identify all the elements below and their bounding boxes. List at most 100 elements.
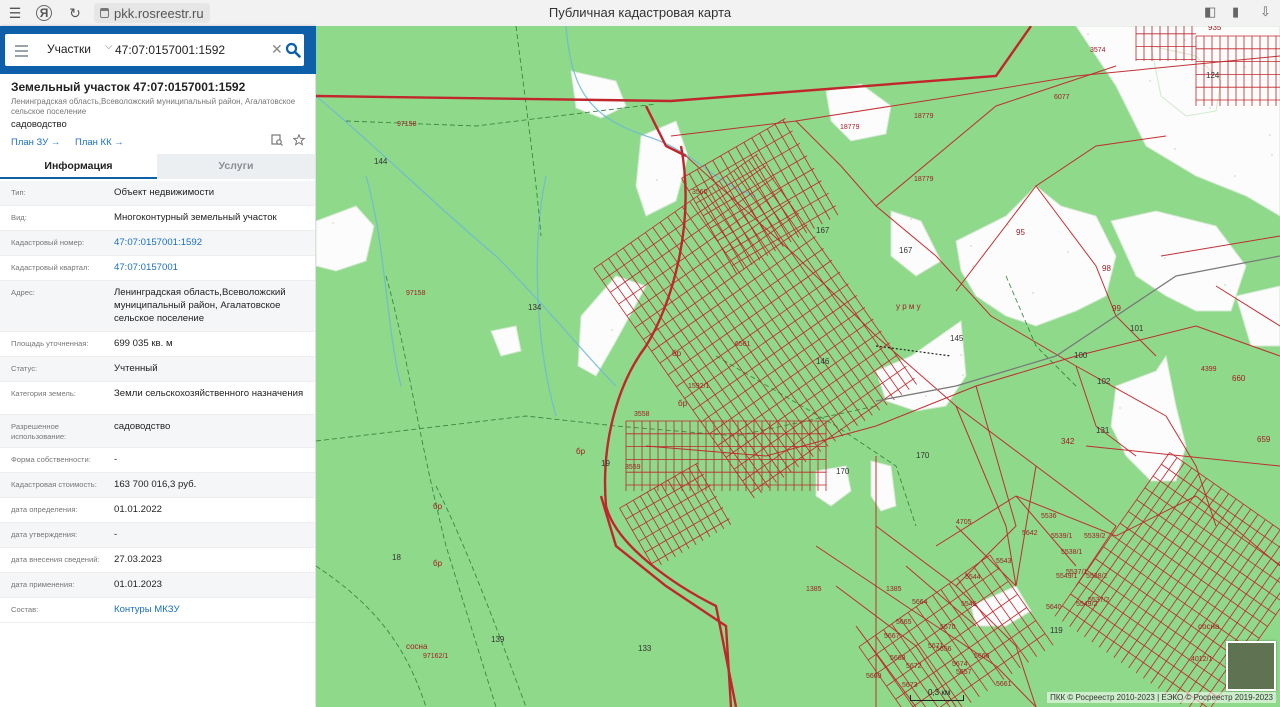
info-row-label: Кадастровый номер:: [11, 238, 85, 247]
map-label: 100: [1074, 351, 1088, 360]
texture-dot: [855, 477, 857, 479]
map-label: 99: [1112, 304, 1121, 313]
search-icon[interactable]: [285, 42, 301, 58]
object-usage: садоводство: [11, 119, 67, 130]
print-search-icon[interactable]: [271, 134, 283, 146]
grid-line: [1111, 534, 1260, 639]
open-area: [490, 325, 522, 357]
info-row-label: Вид:: [11, 213, 27, 222]
grid-line: [634, 212, 800, 328]
grid-line: [651, 236, 816, 352]
texture-dot: [661, 465, 663, 467]
texture-dot: [1114, 121, 1116, 123]
texture-dot: [706, 315, 708, 317]
bookmark-icon[interactable]: ▮: [1232, 4, 1239, 20]
map-label: 5664: [912, 599, 928, 606]
map-label: 131: [1096, 426, 1110, 435]
texture-dot: [499, 146, 501, 148]
texture-dot: [900, 327, 902, 329]
grid-line: [681, 206, 844, 437]
map-label: 1385: [806, 586, 822, 593]
texture-dot: [519, 609, 521, 611]
cadastral-map[interactable]: 3574 6077 935 124 18779 18779 18779 97158 97158 1…: [316, 26, 1280, 707]
clear-icon[interactable]: ✕: [271, 41, 283, 57]
texture-dot: [616, 615, 618, 617]
search-input[interactable]: [115, 40, 265, 60]
texture-dot: [820, 518, 822, 520]
reload-icon[interactable]: ↻: [66, 4, 84, 22]
tab-services[interactable]: Услуги: [157, 154, 315, 179]
grid-line: [720, 155, 776, 252]
plan-zu-link[interactable]: План ЗУ →: [11, 137, 60, 148]
open-area: [870, 460, 897, 512]
info-row-value: Объект недвижимости: [114, 187, 215, 198]
info-row-value[interactable]: Контуры МКЗУ: [114, 603, 309, 616]
menu-icon[interactable]: ☰: [6, 4, 24, 22]
info-row-value: Учтенный: [114, 363, 158, 374]
texture-dot: [1164, 257, 1166, 259]
menu-icon[interactable]: [15, 45, 28, 60]
map-label: бр: [433, 502, 443, 511]
grid-line: [692, 295, 857, 411]
extension-icon[interactable]: ⇩: [1260, 4, 1271, 20]
map-label: у р м у: [896, 302, 921, 311]
texture-dot: [1107, 496, 1109, 498]
map-attribution: ПКК © Росреестр 2010-2023 | ЕЭКО © Росре…: [1047, 692, 1276, 703]
info-row-value[interactable]: 47:07:0157001: [114, 261, 309, 274]
texture-dot: [546, 697, 548, 699]
texture-dot: [696, 424, 698, 426]
texture-dot: [945, 177, 947, 179]
texture-dot: [1209, 107, 1211, 109]
info-row-value: Многоконтурный земельный участок: [114, 212, 277, 223]
protect-icon[interactable]: ◧: [1204, 4, 1216, 20]
map-label: 170: [916, 451, 930, 460]
texture-dot: [853, 457, 855, 459]
texture-dot: [1189, 325, 1191, 327]
open-area: [825, 83, 892, 142]
map-label: 139: [491, 635, 505, 644]
map-label: 5674: [952, 661, 968, 668]
info-row-label: Категория земель:: [11, 389, 76, 398]
texture-dot: [1007, 224, 1009, 226]
texture-dot: [992, 47, 994, 49]
url-text: pkk.rosreestr.ru: [114, 5, 204, 21]
info-row: Адрес: Ленинградская область,Всеволожский…: [0, 281, 315, 332]
yandex-icon[interactable]: Я: [36, 5, 52, 21]
texture-dot: [1184, 39, 1186, 41]
tab-information[interactable]: Информация: [0, 154, 157, 179]
grid-line: [633, 499, 669, 562]
grid-line: [735, 146, 792, 243]
texture-dot: [955, 68, 957, 70]
map-canvas[interactable]: 3574 6077 935 124 18779 18779 18779 97158 97158 1…: [316, 26, 1280, 707]
texture-dot: [1062, 646, 1064, 648]
plan-kk-link[interactable]: План КК →: [75, 137, 124, 148]
texture-dot: [449, 691, 451, 693]
texture-dot: [1137, 169, 1139, 171]
texture-dot: [1224, 284, 1226, 286]
map-label: 5544: [965, 574, 981, 581]
texture-dot: [848, 171, 850, 173]
info-row: Категория земель: Земли сельскохозяйствен…: [0, 382, 315, 415]
texture-dot: [1276, 440, 1278, 442]
texture-dot: [529, 500, 531, 502]
star-icon[interactable]: [293, 134, 305, 146]
texture-dot: [1092, 319, 1094, 321]
texture-dot: [748, 580, 750, 582]
texture-dot: [596, 152, 598, 154]
map-label: 119: [1050, 626, 1063, 635]
map-label: 4012/1: [1191, 656, 1213, 663]
layer-select[interactable]: Участки: [47, 42, 91, 56]
satellite-layer-toggle[interactable]: [1226, 641, 1276, 691]
texture-dot: [970, 245, 972, 247]
address-bar[interactable]: pkk.rosreestr.ru: [94, 3, 210, 23]
grid-line: [704, 191, 866, 421]
texture-dot: [975, 531, 977, 533]
texture-dot: [1067, 251, 1069, 253]
info-row-value[interactable]: 47:07:0157001:1592: [114, 236, 309, 249]
open-area: [955, 185, 1117, 327]
texture-dot: [835, 695, 837, 697]
chevron-down-icon[interactable]: ⌵: [105, 41, 113, 52]
texture-dot: [372, 467, 374, 469]
texture-dot: [1254, 638, 1256, 640]
map-label: 167: [816, 226, 830, 235]
